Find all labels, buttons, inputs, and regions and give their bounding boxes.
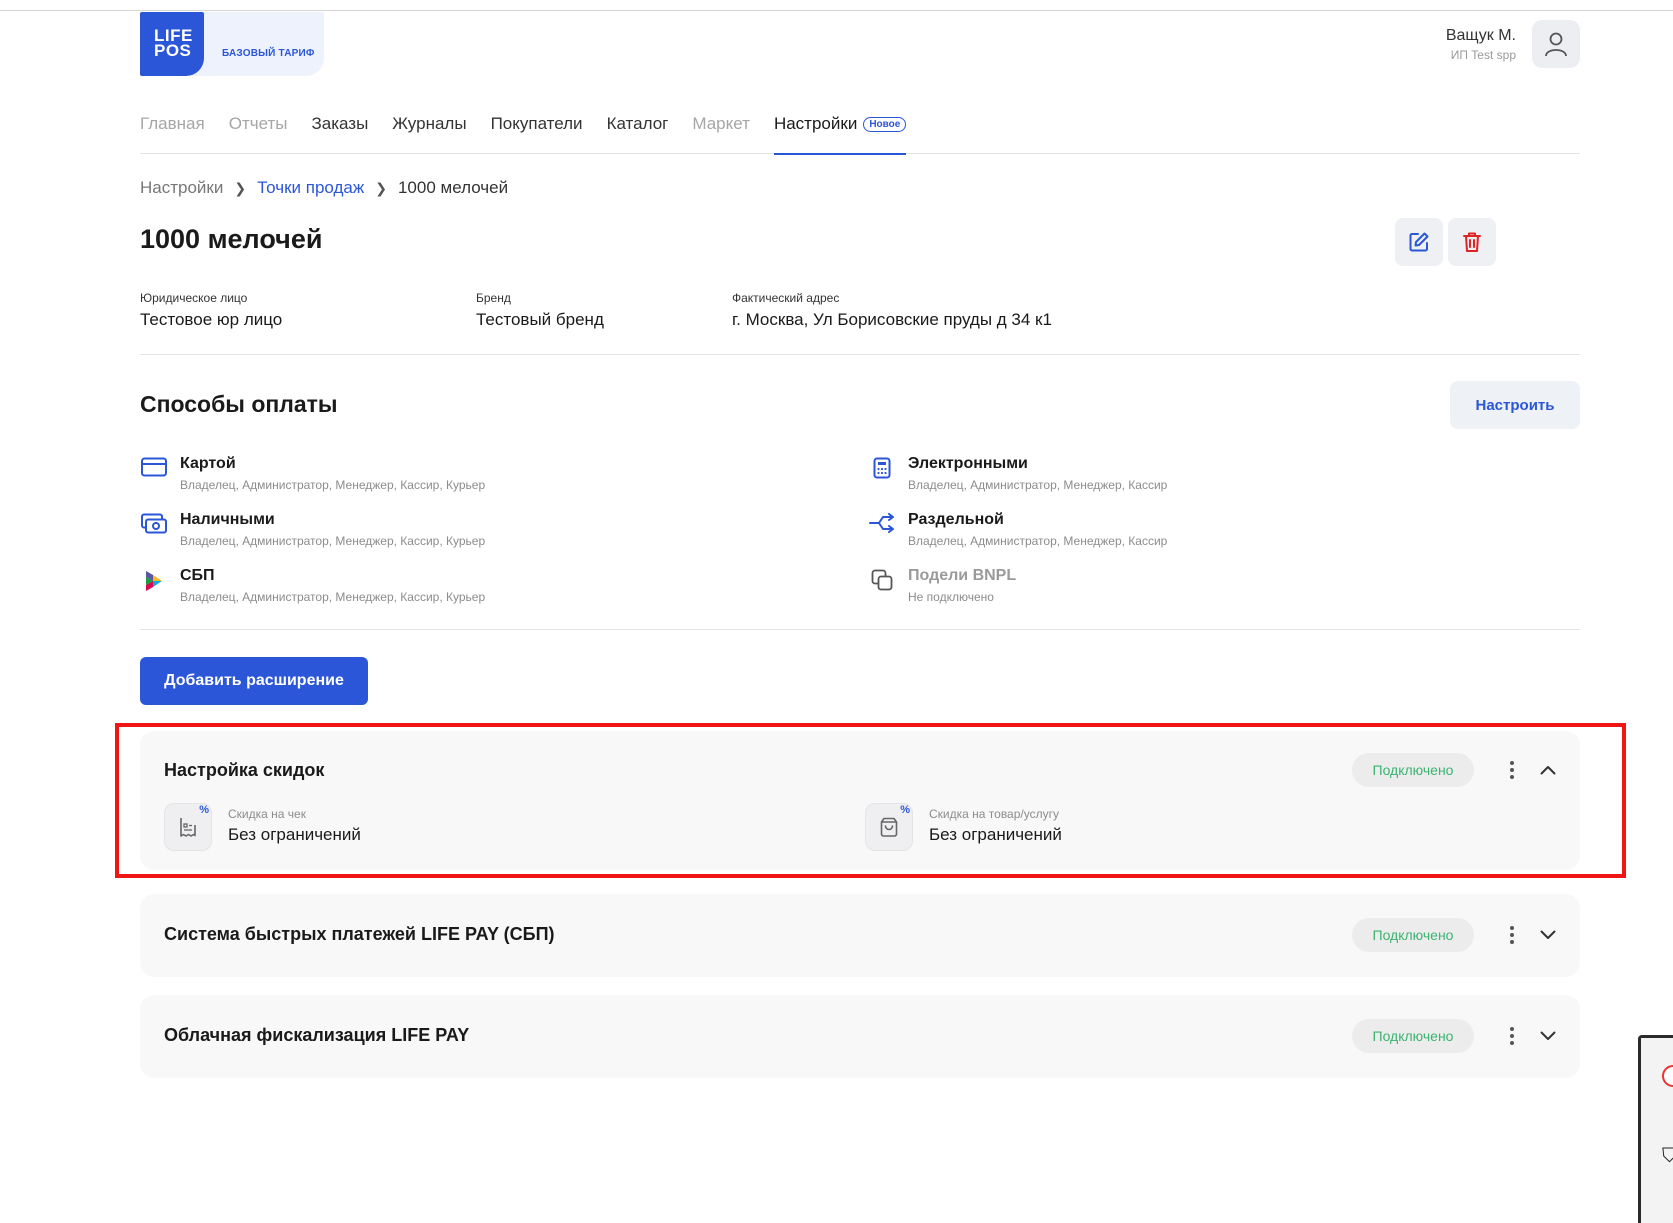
payment-roles: Владелец, Администратор, Менеджер, Касси… [908,478,1168,492]
nav-item-home[interactable]: Главная [140,104,205,154]
calculator-icon [873,457,891,479]
highlight-frame [115,723,1626,878]
status-badge: Подключено [1352,918,1474,952]
divider [140,354,1580,355]
breadcrumb-current: 1000 мелочей [397,178,509,197]
payment-roles: Владелец, Администратор, Менеджер, Касси… [180,478,486,492]
user-org: ИП Test spp [1450,47,1516,62]
brand: Бренд Тестовый бренд [476,291,604,330]
main-nav: Главная Отчеты Заказы Журналы Покупатели… [140,104,1580,155]
expand-button[interactable] [1536,923,1560,947]
chevron-down-icon [1540,1031,1556,1040]
chevron-down-icon [1540,930,1556,939]
floating-widget[interactable]: ⛉ [1638,1035,1673,1223]
kebab-icon [1510,926,1514,944]
page-title: 1000 мелочей [140,224,323,254]
logo-mark: LIFE POS [140,12,204,76]
nav-item-orders[interactable]: Заказы [311,104,368,154]
nav-item-reports[interactable]: Отчеты [229,104,288,154]
shield-icon[interactable]: ⛉ [1662,1145,1673,1168]
chevron-right-icon: ❯ [375,179,387,196]
copy-icon [871,569,893,591]
nav-item-catalog[interactable]: Каталог [607,104,669,154]
more-options-button[interactable] [1502,923,1522,947]
payment-name: СБП [180,567,215,584]
logo-line-2: POS [154,41,192,60]
address-value: г. Москва, Ул Борисовские пруды д 34 к1 [732,310,1052,329]
brand-value: Тестовый бренд [476,310,604,329]
extension-card-sbp[interactable]: Система быстрых платежей LIFE PAY (СБП) … [140,894,1580,977]
extension-card-fiscalization[interactable]: Облачная фискализация LIFE PAY Подключен… [140,995,1580,1078]
extension-title: Облачная фискализация LIFE PAY [164,1025,470,1045]
user-menu[interactable]: Ващук М. ИП Test spp [1446,20,1580,68]
expand-button[interactable] [1536,1024,1560,1048]
payment-name: Подели BNPL [908,567,1017,584]
payment-method-bnpl[interactable]: Подели BNPL Не подключено [868,567,1016,604]
payment-method-cash[interactable]: Наличными Владелец, Администратор, Менед… [140,511,485,548]
nav-item-settings-label: Настройки [773,114,858,133]
user-icon [1545,32,1567,57]
payment-roles: Владелец, Администратор, Менеджер, Касси… [180,590,486,604]
breadcrumb-parent[interactable]: Точки продаж [257,178,364,198]
add-extension-button[interactable]: Добавить расширение [140,657,368,705]
payment-roles: Владелец, Администратор, Менеджер, Касси… [908,534,1168,548]
brand-label: Бренд [476,291,511,305]
breadcrumb: Настройки ❯ Точки продаж ❯ 1000 мелочей [140,178,508,198]
setup-payments-button[interactable]: Настроить [1450,381,1580,429]
nav-item-settings[interactable]: Настройки Новое [773,104,907,155]
breadcrumb-root[interactable]: Настройки [140,178,223,198]
divider [140,629,1580,630]
split-icon [869,513,894,533]
chevron-right-icon: ❯ [234,179,247,196]
payment-method-sbp[interactable]: СБП Владелец, Администратор, Менеджер, К… [140,567,485,604]
payment-method-card[interactable]: Картой Владелец, Администратор, Менеджер… [140,455,485,492]
payment-roles: Владелец, Администратор, Менеджер, Касси… [180,534,486,548]
payment-method-electronic[interactable]: Электронными Владелец, Администратор, Ме… [868,455,1167,492]
avatar[interactable] [1532,20,1580,68]
brand-logo[interactable]: LIFE POS БАЗОВЫЙ ТАРИФ [140,12,324,76]
payment-name: Раздельной [908,511,1004,528]
new-badge: Новое [863,117,907,132]
legal-entity-value: Тестовое юр лицо [140,310,283,329]
kebab-icon [1510,1027,1514,1045]
legal-entity-label: Юридическое лицо [140,291,248,305]
cash-icon [141,513,167,534]
delete-button[interactable] [1448,218,1496,266]
payment-roles: Не подключено [908,590,994,604]
trash-icon [1463,232,1481,252]
payments-title: Способы оплаты [140,391,338,417]
extension-title: Система быстрых платежей LIFE PAY (СБП) [164,924,555,944]
card-icon [141,457,167,477]
legal-entity: Юридическое лицо Тестовое юр лицо [140,291,282,330]
nav-item-journals[interactable]: Журналы [392,104,466,154]
more-options-button[interactable] [1502,1024,1522,1048]
nav-item-customers[interactable]: Покупатели [491,104,583,154]
payment-name: Наличными [180,511,275,528]
edit-button[interactable] [1395,218,1443,266]
address: Фактический адрес г. Москва, Ул Борисовс… [732,291,1052,330]
status-badge: Подключено [1352,1019,1474,1053]
payment-method-split[interactable]: Раздельной Владелец, Администратор, Мене… [868,511,1167,548]
nav-item-market[interactable]: Маркет [692,104,750,154]
plan-label: БАЗОВЫЙ ТАРИФ [192,12,324,76]
address-label: Фактический адрес [732,291,840,305]
payment-name: Электронными [908,455,1028,472]
sbp-icon [146,571,162,591]
user-name: Ващук М. [1445,26,1516,44]
payment-name: Картой [180,455,236,472]
top-rule [0,10,1673,11]
edit-icon [1409,232,1429,252]
